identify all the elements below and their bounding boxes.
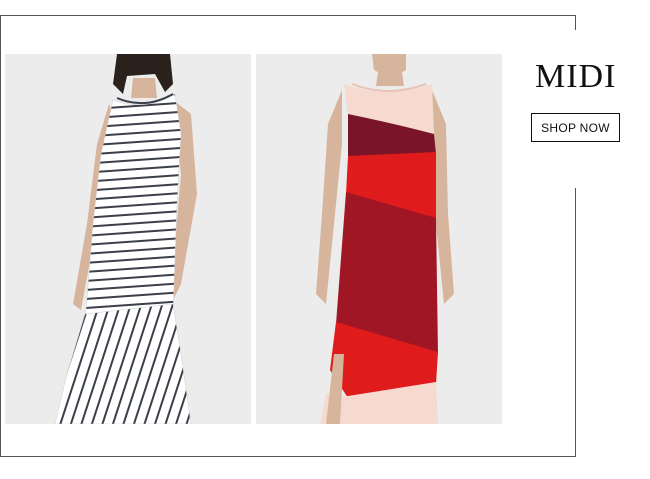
colorblock-dress-illustration <box>316 54 454 424</box>
category-title: MIDI <box>535 58 617 95</box>
shop-now-button[interactable]: SHOP NOW <box>531 113 620 142</box>
product-image-colorblock-dress[interactable] <box>256 54 502 424</box>
product-image-striped-dress[interactable] <box>5 54 251 424</box>
frame-gap <box>565 30 595 188</box>
striped-dress-illustration <box>54 54 197 424</box>
